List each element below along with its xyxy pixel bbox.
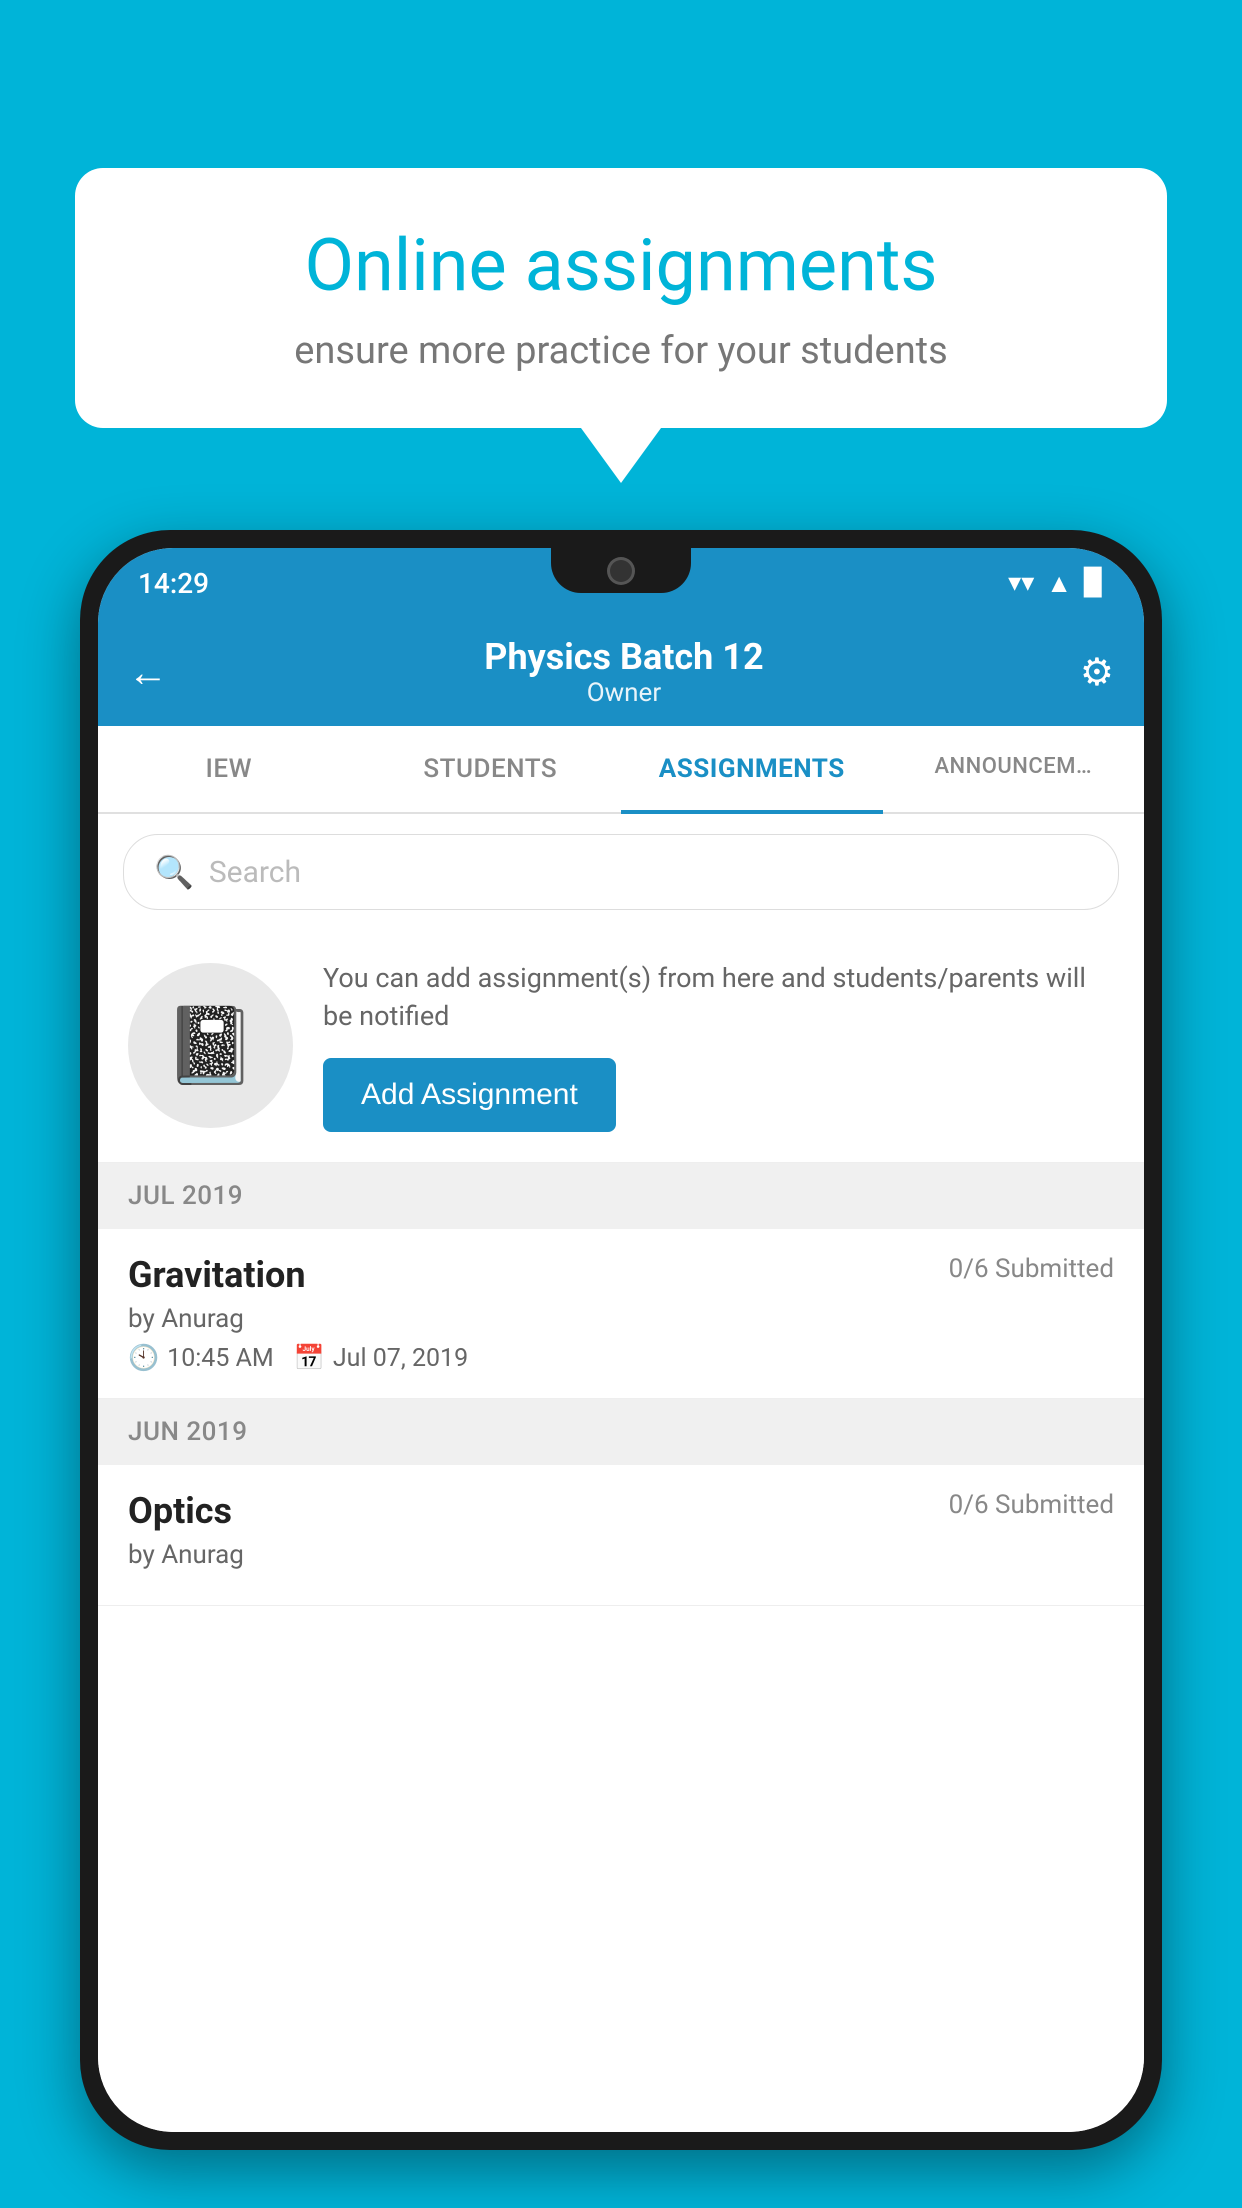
- assignment-by: by Anurag: [128, 1304, 1114, 1334]
- search-bar[interactable]: 🔍 Search: [123, 834, 1119, 910]
- content-area: 🔍 Search 📓 You can add assignment(s) fro…: [98, 814, 1144, 2132]
- speech-bubble-container: Online assignments ensure more practice …: [75, 168, 1167, 483]
- settings-button[interactable]: ⚙: [1080, 650, 1114, 695]
- speech-bubble-arrow: [581, 428, 661, 483]
- search-container: 🔍 Search: [98, 814, 1144, 930]
- speech-bubble: Online assignments ensure more practice …: [75, 168, 1167, 428]
- promo-description: You can add assignment(s) from here and …: [323, 960, 1114, 1036]
- status-bar: 14:29 ▾▾ ▲ ▉: [98, 548, 1144, 618]
- wifi-icon: ▾▾: [1008, 568, 1034, 598]
- assignment-submitted: 0/6 Submitted: [949, 1254, 1114, 1284]
- phone-inner: 14:29 ▾▾ ▲ ▉ ← Physics Batch 12 Owner ⚙ …: [98, 548, 1144, 2132]
- speech-bubble-title: Online assignments: [135, 223, 1107, 309]
- section-header-jul: JUL 2019: [98, 1163, 1144, 1229]
- notebook-icon: 📓: [164, 1002, 257, 1090]
- phone-frame: 14:29 ▾▾ ▲ ▉ ← Physics Batch 12 Owner ⚙ …: [80, 530, 1162, 2150]
- add-assignment-button[interactable]: Add Assignment: [323, 1058, 616, 1132]
- assignment-submitted: 0/6 Submitted: [949, 1490, 1114, 1520]
- tabs-bar: IEW STUDENTS ASSIGNMENTS ANNOUNCEM…: [98, 726, 1144, 814]
- app-header: ← Physics Batch 12 Owner ⚙: [98, 618, 1144, 726]
- assignment-meta: 🕙 10:45 AM 📅 Jul 07, 2019: [128, 1344, 1114, 1373]
- status-time: 14:29: [138, 567, 209, 600]
- section-header-jun: JUN 2019: [98, 1399, 1144, 1465]
- assignment-by: by Anurag: [128, 1540, 1114, 1570]
- calendar-icon: 📅: [294, 1344, 325, 1373]
- table-row[interactable]: Optics 0/6 Submitted by Anurag: [98, 1465, 1144, 1606]
- speech-bubble-subtitle: ensure more practice for your students: [135, 329, 1107, 373]
- clock-icon: 🕙: [128, 1344, 159, 1373]
- assignment-item-header: Gravitation 0/6 Submitted: [128, 1254, 1114, 1296]
- assignment-time: 🕙 10:45 AM: [128, 1344, 274, 1373]
- table-row[interactable]: Gravitation 0/6 Submitted by Anurag 🕙 10…: [98, 1229, 1144, 1399]
- date-value: Jul 07, 2019: [333, 1344, 468, 1373]
- header-title-group: Physics Batch 12 Owner: [484, 636, 763, 708]
- promo-icon-circle: 📓: [128, 963, 293, 1128]
- phone-notch: [551, 548, 691, 593]
- time-value: 10:45 AM: [167, 1344, 274, 1373]
- status-icons: ▾▾ ▲ ▉: [1008, 568, 1104, 599]
- assignment-item-header: Optics 0/6 Submitted: [128, 1490, 1114, 1532]
- tab-assignments[interactable]: ASSIGNMENTS: [621, 726, 883, 812]
- promo-text-group: You can add assignment(s) from here and …: [323, 960, 1114, 1132]
- back-button[interactable]: ←: [128, 649, 168, 696]
- assignment-date: 📅 Jul 07, 2019: [294, 1344, 468, 1373]
- search-input[interactable]: Search: [209, 855, 301, 890]
- header-subtitle: Owner: [484, 678, 763, 708]
- tab-iew[interactable]: IEW: [98, 726, 360, 812]
- assignment-name: Optics: [128, 1490, 232, 1532]
- promo-section: 📓 You can add assignment(s) from here an…: [98, 930, 1144, 1163]
- camera-dot: [610, 560, 632, 582]
- assignment-name: Gravitation: [128, 1254, 306, 1296]
- signal-icon: ▲: [1046, 568, 1072, 599]
- tab-announcements[interactable]: ANNOUNCEM…: [883, 726, 1145, 812]
- header-title: Physics Batch 12: [484, 636, 763, 678]
- battery-icon: ▉: [1084, 568, 1104, 598]
- search-icon: 🔍: [154, 853, 194, 891]
- tab-students[interactable]: STUDENTS: [360, 726, 622, 812]
